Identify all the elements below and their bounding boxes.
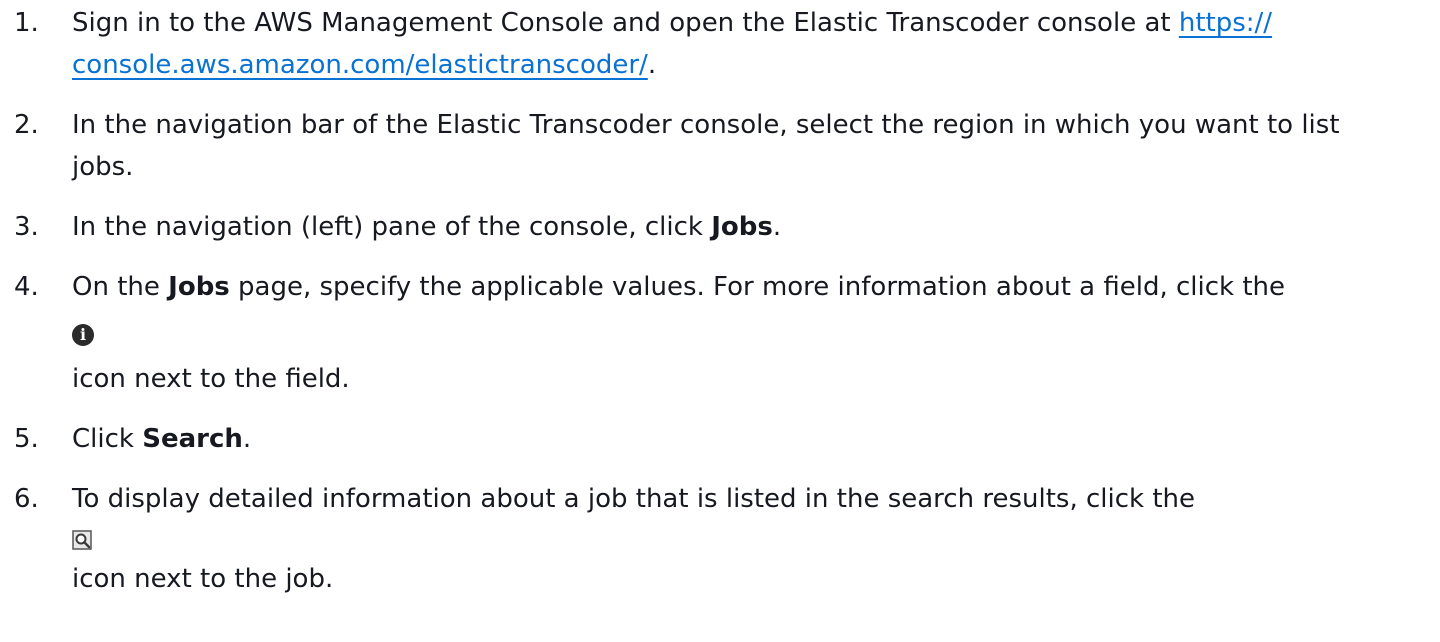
- ui-term-search: Search: [142, 424, 243, 454]
- step-4: 4. On the Jobs page, specify the applica…: [0, 266, 1440, 400]
- step-2: 2. In the navigation bar of the Elastic …: [0, 104, 1440, 188]
- step-number: 5.: [14, 424, 39, 454]
- step-text-end: .: [647, 50, 657, 80]
- ui-term-jobs: Jobs: [711, 212, 773, 242]
- step-text-end: .: [772, 212, 782, 242]
- icon-line: [72, 520, 1400, 558]
- magnifier-icon: [72, 530, 92, 550]
- step-text: In the navigation (left) pane of the con…: [72, 212, 712, 242]
- step-number: 6.: [14, 484, 39, 514]
- step-text: On the: [72, 272, 169, 302]
- procedure-steps: 1. Sign in to the AWS Management Console…: [0, 2, 1440, 600]
- step-text-middle: page, specify the applicable values. For…: [229, 272, 1286, 302]
- step-number: 2.: [14, 110, 39, 140]
- step-text: Click: [72, 424, 143, 454]
- step-number: 3.: [14, 212, 39, 242]
- step-5: 5. Click Search.: [0, 418, 1440, 460]
- step-number: 1.: [14, 8, 39, 38]
- info-icon: i: [72, 324, 94, 346]
- step-text-end: icon next to the job.: [72, 564, 334, 594]
- step-text: Sign in to the AWS Management Console an…: [72, 8, 1179, 38]
- step-text-end: .: [242, 424, 252, 454]
- step-number: 4.: [14, 272, 39, 302]
- step-6: 6. To display detailed information about…: [0, 478, 1440, 600]
- ui-term-jobs: Jobs: [168, 272, 230, 302]
- step-text: In the navigation bar of the Elastic Tra…: [72, 110, 1340, 182]
- step-1: 1. Sign in to the AWS Management Console…: [0, 2, 1440, 86]
- icon-line: i: [72, 308, 1400, 358]
- step-3: 3. In the navigation (left) pane of the …: [0, 206, 1440, 248]
- step-text: To display detailed information about a …: [72, 484, 1196, 514]
- step-text-end: icon next to the field.: [72, 364, 350, 394]
